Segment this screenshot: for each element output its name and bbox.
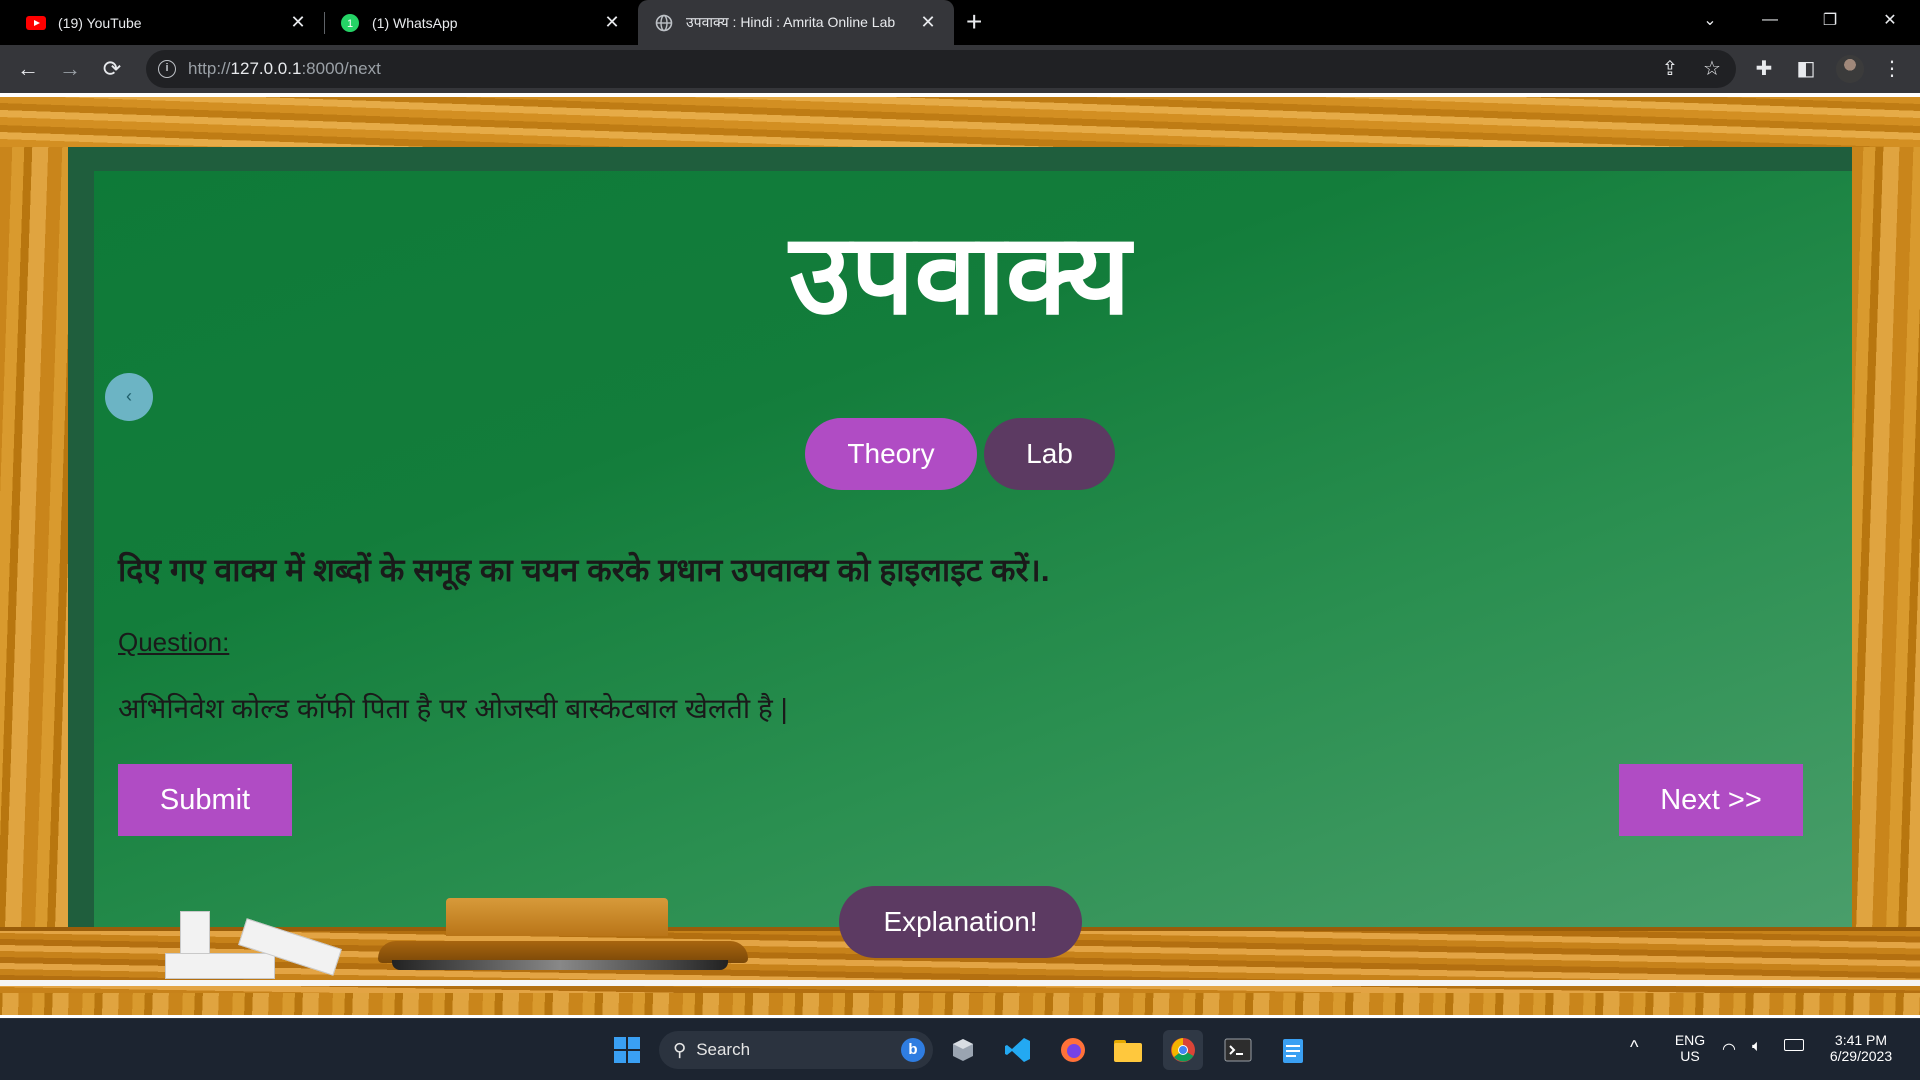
question-sentence[interactable]: अभिनिवेश कोल्ड कॉफी पिता है पर ओजस्वी बा… xyxy=(118,689,788,727)
firefox-icon[interactable] xyxy=(1053,1030,1093,1070)
more-menu-icon[interactable]: ⋮ xyxy=(1880,57,1904,81)
share-icon[interactable]: ⇪ xyxy=(1658,57,1682,81)
minimize-button[interactable]: — xyxy=(1740,0,1800,40)
info-icon[interactable]: i xyxy=(158,60,176,78)
windows-start-icon[interactable] xyxy=(607,1030,647,1070)
chalk-piece xyxy=(165,953,275,979)
chevron-up-icon[interactable]: ^ xyxy=(1630,1037,1638,1058)
tab-lab[interactable]: Lab xyxy=(984,418,1115,490)
submit-button[interactable]: Submit xyxy=(118,764,292,836)
date-text: 6/29/2023 xyxy=(1829,1048,1893,1064)
close-icon[interactable]: ✕ xyxy=(286,12,310,33)
profile-avatar[interactable] xyxy=(1836,55,1864,83)
new-tab-button[interactable]: + xyxy=(966,6,982,38)
language-text: ENG xyxy=(1674,1032,1706,1048)
close-icon[interactable]: ✕ xyxy=(600,12,624,33)
taskbar-search-input[interactable]: ⚲ Search b xyxy=(659,1031,933,1069)
close-window-button[interactable]: ✕ xyxy=(1860,0,1920,40)
youtube-icon xyxy=(26,13,46,33)
clock[interactable]: 3:41 PM 6/29/2023 xyxy=(1818,1032,1904,1064)
address-bar[interactable]: i http://127.0.0.1:8000/next xyxy=(146,50,1736,88)
tab-title: (19) YouTube xyxy=(58,14,142,31)
restore-button[interactable]: ❐ xyxy=(1800,0,1860,40)
tab-search-icon[interactable]: ⌄ xyxy=(1680,0,1740,40)
time-text: 3:41 PM xyxy=(1834,1032,1888,1048)
svg-text:1: 1 xyxy=(347,18,353,30)
volume-icon[interactable]: 🔈︎ xyxy=(1752,1038,1762,1056)
close-icon[interactable]: ✕ xyxy=(916,12,940,33)
bing-icon[interactable]: b xyxy=(901,1038,925,1062)
terminal-icon[interactable] xyxy=(1218,1030,1258,1070)
side-panel-icon[interactable]: ◧ xyxy=(1794,57,1818,81)
back-arrow-icon[interactable]: ← xyxy=(14,55,42,83)
explanation-button[interactable]: Explanation! xyxy=(839,886,1082,958)
extensions-puzzle-icon[interactable]: ✚ xyxy=(1752,57,1776,81)
browser-toolbar: ← → ⟳ i http://127.0.0.1:8000/next ⇪ ☆ ✚… xyxy=(0,45,1920,93)
forward-arrow-icon[interactable]: → xyxy=(56,55,84,83)
tab-whatsapp[interactable]: 1 (1) WhatsApp ✕ xyxy=(314,0,638,45)
eraser xyxy=(446,898,668,936)
whatsapp-icon: 1 xyxy=(340,13,360,33)
wooden-frame-top xyxy=(0,97,1920,147)
instruction-text: दिए गए वाक्य में शब्दों के समूह का चयन क… xyxy=(118,552,1050,588)
bookmark-star-icon[interactable]: ☆ xyxy=(1700,57,1724,81)
battery-icon[interactable] xyxy=(1784,1039,1804,1051)
reload-icon[interactable]: ⟳ xyxy=(98,55,126,83)
url-text: http://127.0.0.1:8000/next xyxy=(188,59,381,78)
wifi-icon[interactable]: ◠ xyxy=(1722,1039,1736,1059)
sidebar-toggle-button[interactable]: ‹ xyxy=(105,373,153,421)
web-page: उपवाक्य ‹ Theory Lab दिए गए वाक्य में शब… xyxy=(0,93,1920,1018)
chrome-icon[interactable] xyxy=(1163,1030,1203,1070)
search-icon: ⚲ xyxy=(673,1039,687,1060)
tab-title: (1) WhatsApp xyxy=(372,14,458,31)
next-button[interactable]: Next >> xyxy=(1619,764,1803,836)
notepad-icon[interactable] xyxy=(1273,1030,1313,1070)
search-placeholder: Search xyxy=(696,1040,751,1059)
page-title: उपवाक्य xyxy=(789,212,1131,337)
ledge-edge xyxy=(0,980,1920,986)
tab-youtube[interactable]: (19) YouTube ✕ xyxy=(0,0,324,45)
file-explorer-icon[interactable] xyxy=(1108,1030,1148,1070)
language-indicator[interactable]: ENG US xyxy=(1668,1032,1712,1064)
tab-title: उपवाक्य : Hindi : Amrita Online Lab xyxy=(686,14,896,30)
question-label: Question: xyxy=(118,627,230,657)
eraser-felt xyxy=(392,960,728,970)
vscode-icon[interactable] xyxy=(998,1030,1038,1070)
tab-theory[interactable]: Theory xyxy=(805,418,977,490)
taskbar: ⚲ Search b ^ ENG US ◠ 🔈︎ 3:41 PM 6/29/20… xyxy=(0,1018,1920,1080)
globe-icon xyxy=(654,13,674,33)
browser-tab-bar: (19) YouTube ✕ 1 (1) WhatsApp ✕ उपवाक्य … xyxy=(0,0,1920,45)
app-icon-cube[interactable] xyxy=(943,1030,983,1070)
tab-amrita-lab[interactable]: उपवाक्य : Hindi : Amrita Online Lab ✕ xyxy=(638,0,954,45)
region-text: US xyxy=(1680,1048,1700,1064)
